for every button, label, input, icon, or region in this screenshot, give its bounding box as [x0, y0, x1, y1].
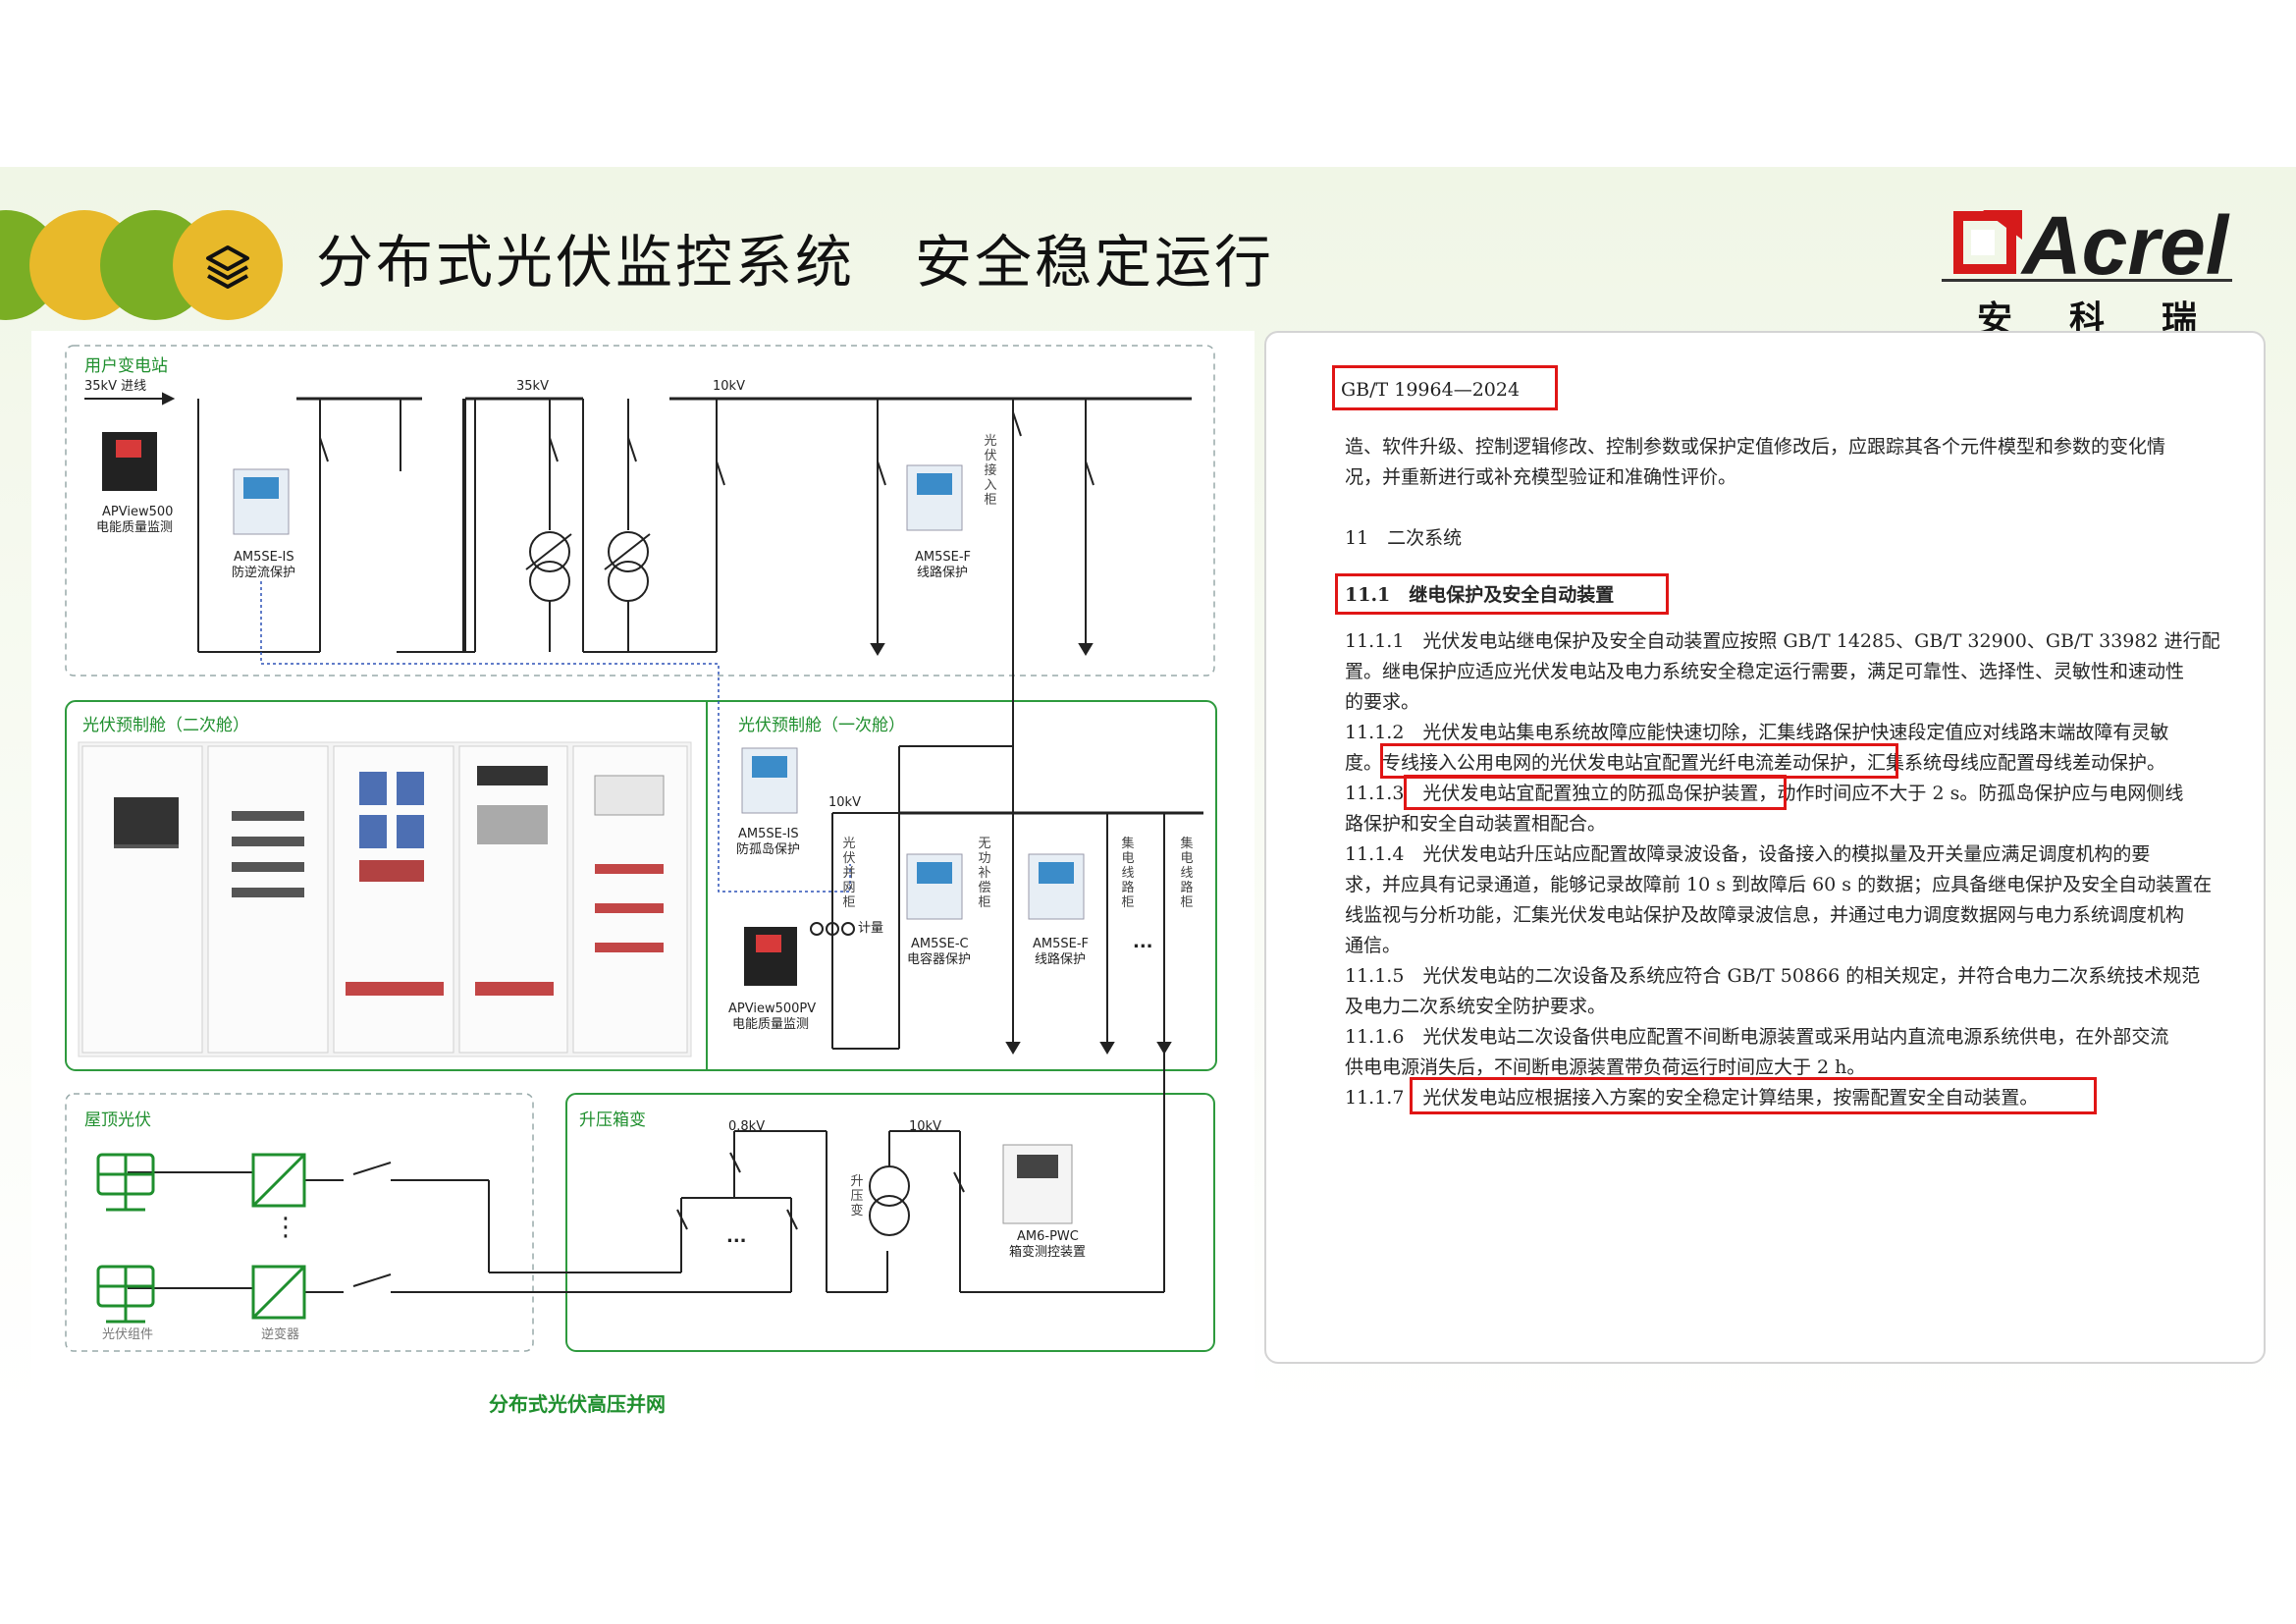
am5se-f-model: AM5SE-F [915, 550, 972, 565]
cabin1-am5se-f-desc: 线路保护 [1035, 952, 1087, 967]
incoming-label: 35kV 进线 [84, 379, 147, 394]
bus10-label: 10kV [713, 379, 745, 394]
doc-line-19: 供电电源消失后，不间断电源装置带负荷运行时间应大于 2 h。 [1345, 1056, 1866, 1078]
grid-cabinet-label: 光伏接入柜 [984, 434, 997, 508]
cabin1-am5se-is-desc: 防孤岛保护 [736, 842, 801, 857]
cabin1-apview-model: APView500PV [728, 1001, 817, 1016]
doc-line-6: 置。继电保护应适应光伏发电站及电力系统安全稳定运行需要，满足可靠性、选择性、灵敏… [1345, 661, 2185, 682]
am5se-f-desc: 线路保护 [917, 566, 969, 580]
doc-line-14: 线监视与分析功能，汇集光伏发电站保护及故障录波信息，并通过电力调度数据网与电力系… [1345, 904, 2185, 926]
frame-rooftop [65, 1093, 534, 1352]
cabin1-ellipsis: ... [1133, 932, 1153, 952]
am6-model: AM6-PWC [1017, 1229, 1079, 1244]
pv-cabinet-label: 光伏并网柜 [842, 837, 856, 910]
doc-line-3: 11 二次系统 [1345, 527, 1463, 549]
doc-line-15: 通信。 [1345, 935, 1402, 956]
cabin1-title: 光伏预制舱（一次舱） [738, 716, 905, 735]
doc-line-12: 11.1.4 光伏发电站升压站应配置故障录波设备，设备接入的模拟量及开关量应满足… [1345, 843, 2151, 865]
apview-model: APView500 [102, 505, 174, 519]
module-label: 光伏组件 [102, 1327, 154, 1342]
substation-title: 用户变电站 [84, 356, 168, 376]
metering-label: 计量 [858, 921, 884, 936]
reactive-cabinet-label: 无功补偿柜 [978, 837, 991, 910]
rooftop-dots: ⋮ [273, 1213, 298, 1242]
boxsub-ellipsis: ... [726, 1226, 747, 1247]
cabin1-am5se-c-desc: 电容器保护 [907, 952, 972, 967]
doc-line-8: 11.1.2 光伏发电站集电系统故障应能快速切除，汇集线路保护快速段定值应对线路… [1345, 722, 2169, 743]
cabin1-am5se-c-model: AM5SE-C [911, 937, 969, 951]
cabin1-am5se-f-model: AM5SE-F [1033, 937, 1090, 951]
inverter-label: 逆变器 [261, 1327, 300, 1342]
lv-label: 0.8kV [728, 1119, 766, 1134]
doc-line-18: 11.1.6 光伏发电站二次设备供电应配置不间断电源装置或采用站内直流电源系统供… [1345, 1026, 2169, 1048]
am5se-is-model: AM5SE-IS [234, 550, 294, 565]
am6-desc: 箱变测控装置 [1009, 1245, 1087, 1260]
highlight-11-1-3 [1404, 775, 1787, 810]
diagram-caption: 分布式光伏高压并网 [489, 1392, 666, 1416]
doc-line-11: 路保护和安全自动装置相配合。 [1345, 813, 1607, 835]
cabin1-am5se-is-model: AM5SE-IS [738, 827, 799, 841]
doc-line-7: 的要求。 [1345, 691, 1420, 713]
collector2-label: 集电线路柜 [1180, 837, 1194, 910]
doc-line-5: 11.1.1 光伏发电站继电保护及安全自动装置应按照 GB/T 14285、GB… [1345, 630, 2220, 652]
cabin2-title: 光伏预制舱（二次舱） [82, 716, 249, 735]
doc-line-2: 况，并重新进行或补充模型验证和准确性评价。 [1345, 466, 1737, 488]
cabin1-bus-label: 10kV [828, 795, 861, 810]
collector1-label: 集电线路柜 [1121, 837, 1135, 910]
am5se-is-desc: 防逆流保护 [232, 566, 296, 580]
cabin1-apview-desc: 电能质量监测 [732, 1017, 810, 1032]
doc-line-16: 11.1.5 光伏发电站的二次设备及系统应符合 GB/T 50866 的相关规定… [1345, 965, 2201, 987]
doc-line-17: 及电力二次系统安全防护要求。 [1345, 996, 1607, 1017]
doc-line-13: 求，并应具有记录通道，能够记录故障前 10 s 到故障后 60 s 的数据；应具… [1345, 874, 2213, 895]
apview-desc: 电能质量监测 [96, 520, 174, 535]
highlight-standard [1332, 365, 1558, 410]
bus35-label: 35kV [516, 379, 549, 394]
rooftop-title: 屋顶光伏 [84, 1110, 151, 1130]
highlight-11-1-7 [1410, 1077, 2097, 1114]
highlight-11-1-2 [1380, 743, 1898, 779]
highlight-11-1 [1335, 573, 1669, 615]
transformer-label: 升压变 [850, 1174, 864, 1218]
boxsub-title: 升压箱变 [579, 1110, 646, 1130]
doc-line-1: 造、软件升级、控制逻辑修改、控制参数或保护定值修改后，应跟踪其各个元件模型和参数… [1345, 436, 2166, 458]
hv-label: 10kV [909, 1119, 941, 1134]
